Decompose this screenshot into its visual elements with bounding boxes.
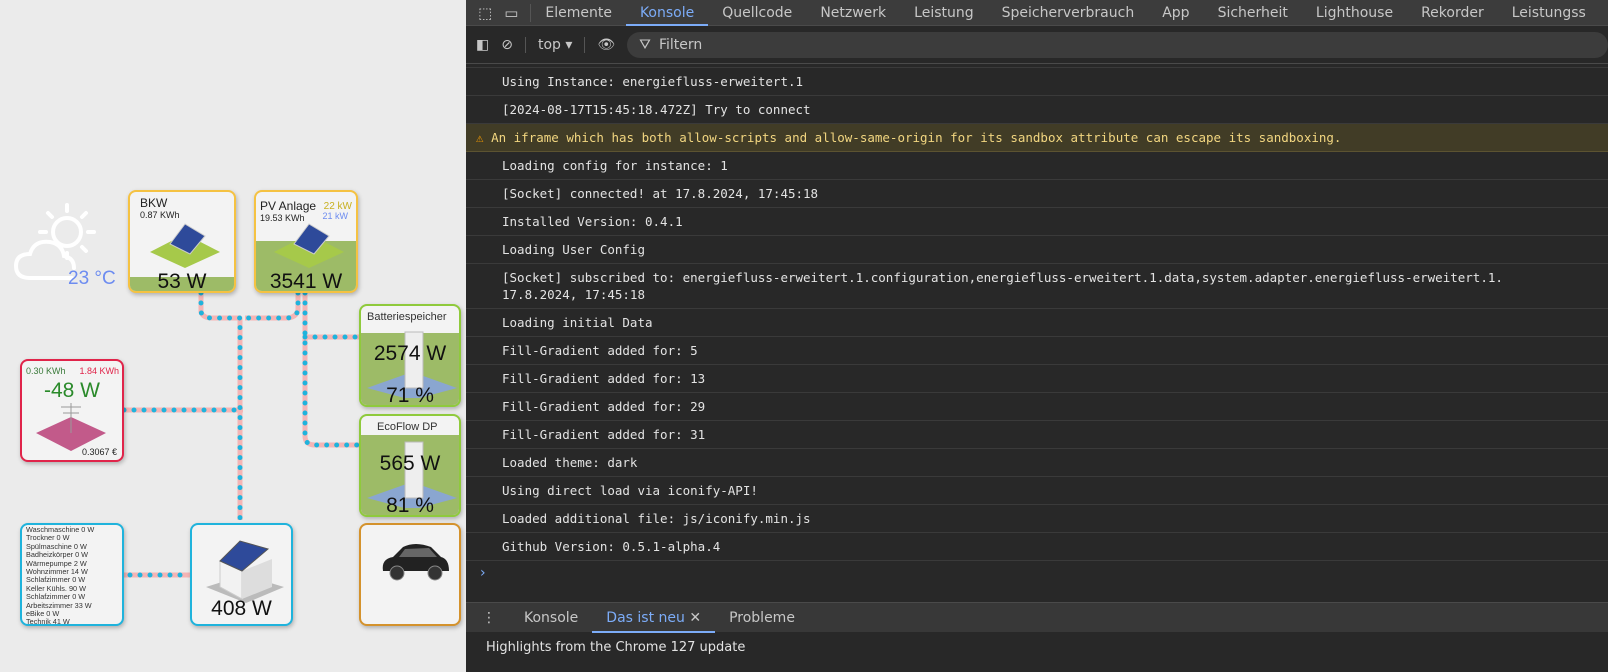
energy-flow-panel: 23 °C BKW 0.87 KWh 53 W PV Anlage 22 kW …: [0, 0, 466, 672]
node-car[interactable]: [359, 523, 461, 626]
log-text: Fill-Gradient added for: 31: [502, 427, 706, 442]
node-bkw[interactable]: BKW 0.87 KWh 53 W: [128, 190, 236, 293]
clear-console-icon[interactable]: ⊘: [501, 37, 513, 53]
console-message: Installed Version: 0.4.1: [466, 208, 1608, 236]
console-message: Loaded additional file: js/iconify.min.j…: [466, 505, 1608, 533]
drawer-tabbar: ⋮ Konsole Das ist neu ✕ Probleme: [466, 602, 1608, 633]
node-house[interactable]: 408 W: [190, 523, 293, 626]
tab-speicherverbrauch[interactable]: Speicherverbrauch: [988, 0, 1149, 26]
log-text: [Socket] subscribed to: energiefluss-erw…: [502, 270, 1503, 302]
console-message: Loading config for instance: 1: [466, 152, 1608, 180]
tab-quellcode[interactable]: Quellcode: [708, 0, 806, 26]
console-message: Fill-Gradient added for: 31: [466, 421, 1608, 449]
drawer-tab-das-ist-neu[interactable]: Das ist neu ✕: [592, 603, 716, 633]
node-pv[interactable]: PV Anlage 22 kW 19.53 KWh 21 kW 3541 W: [254, 190, 358, 293]
car-icon: [382, 544, 449, 581]
console-message: Fill-Gradient added for: 13: [466, 365, 1608, 393]
close-icon[interactable]: ✕: [685, 610, 701, 626]
log-text: Loading User Config: [502, 242, 645, 257]
node-battery[interactable]: Batteriespeicher 2574 W 71 %: [359, 304, 461, 407]
filter-input[interactable]: ⛛ Filtern: [627, 31, 1608, 58]
context-selector[interactable]: top ▾: [524, 36, 586, 53]
drawer-content: Highlights from the Chrome 127 update: [486, 640, 746, 655]
console-message: [Socket] subscribed to: energiefluss-erw…: [466, 264, 1608, 309]
log-text: Fill-Gradient added for: 13: [502, 371, 706, 386]
console-message: Fill-Gradient added for: 5: [466, 337, 1608, 365]
log-text: Installed Version: 0.4.1: [502, 214, 683, 229]
console-message: Using Instance: energiefluss-erweitert.1: [466, 68, 1608, 96]
live-expression-icon[interactable]: 👁: [597, 37, 615, 53]
console-log: Using Instance: energiefluss-erweitert.1…: [466, 68, 1608, 561]
tab-konsole[interactable]: Konsole: [625, 0, 709, 26]
log-text: Using Instance: energiefluss-erweitert.1: [502, 74, 804, 89]
consumer-item: Technik 41 W: [26, 617, 70, 626]
node-grid[interactable]: 0.30 KWh 1.84 KWh -48 W 0.3067 €: [20, 359, 124, 462]
node-consumers[interactable]: Waschmaschine 0 W Trockner 0 W Spülmaschin…: [20, 523, 124, 626]
console-message: Loading User Config: [466, 236, 1608, 264]
console-message: Using direct load via iconify-API!: [466, 477, 1608, 505]
tab-app[interactable]: App: [1148, 0, 1203, 26]
console-toolbar: ◧ ⊘ top ▾ 👁 ⛛ Filtern: [466, 26, 1608, 64]
devtools-panel: ⬚ ▭ Elemente Konsole Quellcode Netzwerk Leis…: [466, 0, 1608, 672]
inspect-element-icon[interactable]: ⬚: [466, 4, 500, 22]
log-text: Using direct load via iconify-API!: [502, 483, 758, 498]
log-text: [Socket] connected! at 17.8.2024, 17:45:…: [502, 186, 819, 201]
tab-leistung[interactable]: Leistung: [900, 0, 987, 26]
warning-icon: ⚠: [476, 130, 492, 145]
node-ecoflow[interactable]: EcoFlow DP 565 W 81 %: [359, 414, 461, 517]
log-text: Loading initial Data: [502, 315, 653, 330]
solar-panel-icon: [150, 223, 220, 268]
tab-lighthouse[interactable]: Lighthouse: [1302, 0, 1407, 26]
device-toolbar-icon[interactable]: ▭: [500, 3, 532, 22]
console-message: Github Version: 0.5.1-alpha.4: [466, 533, 1608, 561]
console-message: Fill-Gradient added for: 29: [466, 393, 1608, 421]
weather-widget: 23 °C: [12, 200, 122, 290]
tab-elemente[interactable]: Elemente: [531, 0, 626, 26]
drawer-tab-probleme[interactable]: Probleme: [715, 603, 809, 633]
tab-netzwerk[interactable]: Netzwerk: [806, 0, 900, 26]
log-text: An iframe which has both allow-scripts a…: [491, 130, 1342, 145]
tab-rekorder[interactable]: Rekorder: [1407, 0, 1498, 26]
log-text: [2024-08-17T15:45:18.472Z] Try to connec…: [502, 102, 811, 117]
log-text: Fill-Gradient added for: 29: [502, 399, 706, 414]
log-text: Loading config for instance: 1: [502, 158, 728, 173]
drawer-tab-konsole[interactable]: Konsole: [510, 603, 592, 633]
log-text: Loaded additional file: js/iconify.min.j…: [502, 511, 811, 526]
tab-sicherheit[interactable]: Sicherheit: [1204, 0, 1302, 26]
devtools-tabbar: ⬚ ▭ Elemente Konsole Quellcode Netzwerk Leis…: [466, 0, 1608, 26]
console-message: [2024-08-17T15:45:18.472Z] Try to connec…: [466, 96, 1608, 124]
console-warning: ⚠ An iframe which has both allow-scripts…: [466, 124, 1608, 152]
log-text: Github Version: 0.5.1-alpha.4: [502, 539, 721, 554]
console-prompt[interactable]: ›: [466, 561, 1608, 585]
log-text: Loaded theme: dark: [502, 455, 638, 470]
console-message: Loading initial Data: [466, 309, 1608, 337]
console-message: Loaded theme: dark: [466, 449, 1608, 477]
solar-panel-icon: [274, 223, 344, 268]
console-message: [Socket] connected! at 17.8.2024, 17:45:…: [466, 180, 1608, 208]
filter-icon: ⛛: [639, 36, 651, 53]
log-text: Fill-Gradient added for: 5: [502, 343, 698, 358]
drawer-menu-icon[interactable]: ⋮: [466, 610, 510, 626]
sidebar-toggle-icon[interactable]: ◧: [476, 37, 489, 53]
tab-leistungss[interactable]: Leistungss: [1498, 0, 1600, 26]
consumer-list: Waschmaschine 0 W Trockner 0 W Spülmaschin…: [26, 525, 118, 626]
temperature: 23 °C: [68, 268, 116, 289]
